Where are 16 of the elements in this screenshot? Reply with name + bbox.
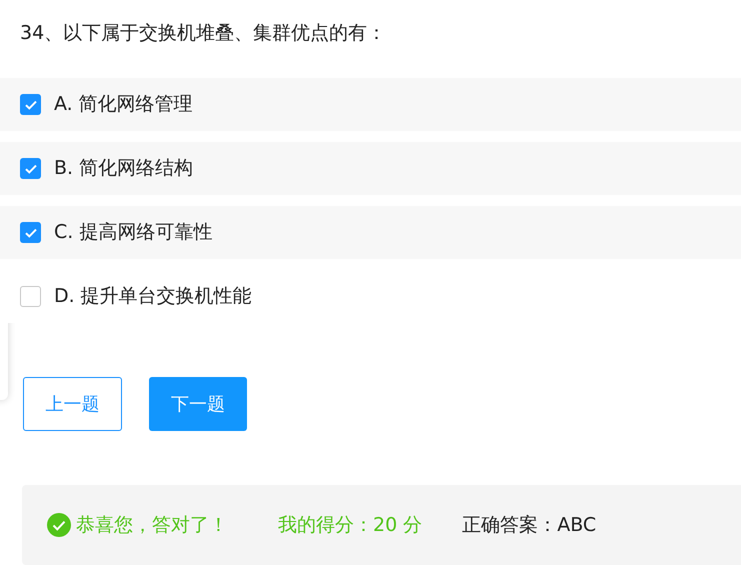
option-row[interactable]: B. 简化网络结构 <box>0 142 741 195</box>
correct-answer-text: 正确答案：ABC <box>462 512 596 538</box>
score-text: 我的得分：20 分 <box>278 512 422 538</box>
success-message: 恭喜您，答对了！ <box>76 512 228 538</box>
option-row[interactable]: A. 简化网络管理 <box>0 78 741 131</box>
check-circle-icon <box>47 513 71 537</box>
option-label: A. 简化网络管理 <box>54 92 193 118</box>
option-label: D. 提升单台交换机性能 <box>54 284 252 310</box>
checkbox[interactable] <box>20 94 41 115</box>
checkbox[interactable] <box>20 158 41 179</box>
option-label: C. 提高网络可靠性 <box>54 220 212 246</box>
option-label: B. 简化网络结构 <box>54 156 194 182</box>
checkbox[interactable] <box>20 286 41 307</box>
question-text: 34、以下属于交换机堆叠、集群优点的有： <box>20 21 386 46</box>
option-row[interactable]: C. 提高网络可靠性 <box>0 206 741 259</box>
checkbox[interactable] <box>20 222 41 243</box>
